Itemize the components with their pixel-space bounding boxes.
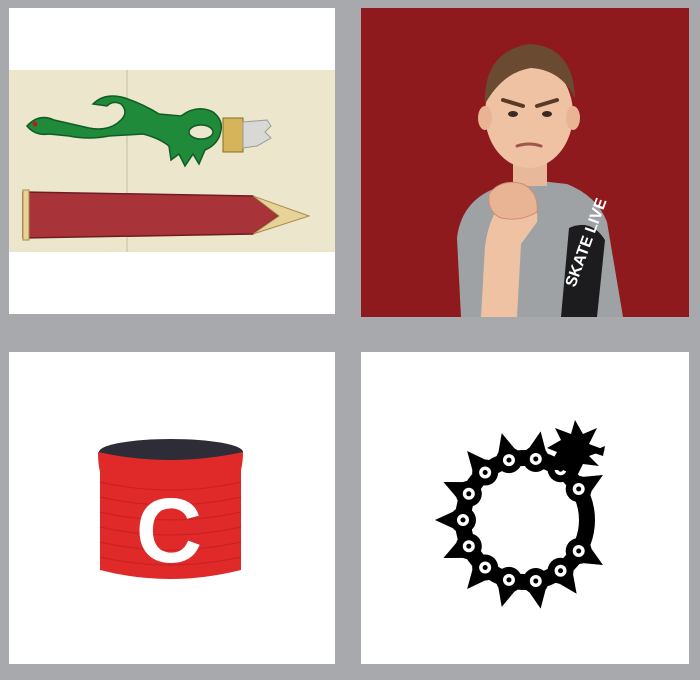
tile-1[interactable]: [0, 0, 345, 330]
captain-armband-icon: C: [98, 439, 243, 582]
ouroboros-dragon-icon: [435, 420, 605, 609]
tile-2[interactable]: SKATE LIVE: [350, 0, 700, 330]
boy-fist-photo: SKATE LIVE: [361, 8, 689, 317]
picture-puzzle-grid: SKATE LIVE C: [0, 0, 700, 680]
tile-3-image: C: [9, 352, 335, 664]
tile-3[interactable]: C: [0, 342, 345, 680]
dragon-sword-icon: [9, 70, 335, 252]
tile-2-image: SKATE LIVE: [361, 8, 689, 317]
tile-4-image: [361, 352, 689, 664]
tile-1-image: [9, 8, 335, 314]
armband-letter: C: [136, 480, 202, 582]
tile-4[interactable]: [350, 342, 700, 680]
